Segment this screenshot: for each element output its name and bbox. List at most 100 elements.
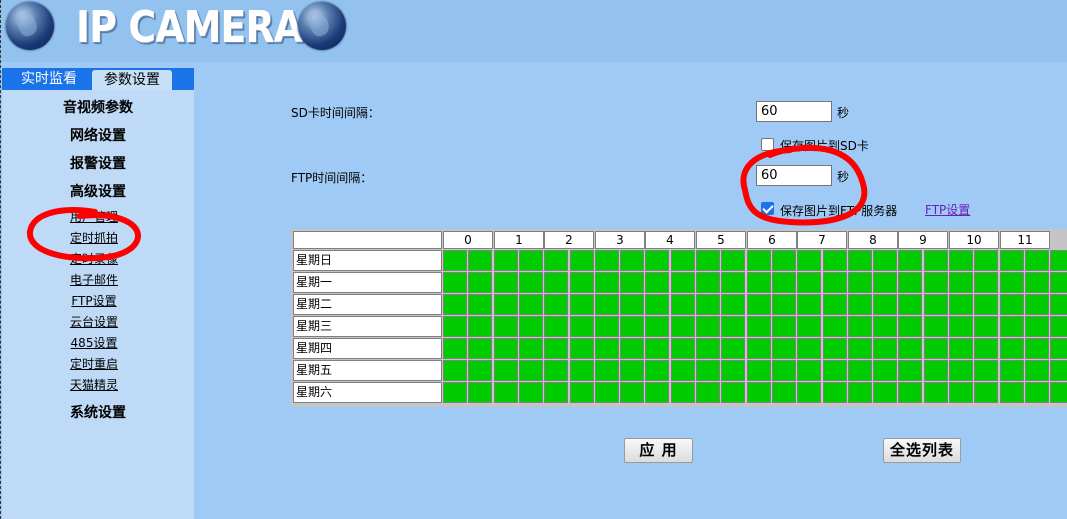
schedule-cell[interactable]: [671, 294, 695, 315]
schedule-cell[interactable]: [797, 338, 821, 359]
schedule-cell[interactable]: [1000, 382, 1024, 403]
schedule-cell[interactable]: [873, 272, 897, 293]
schedule-cell[interactable]: [873, 316, 897, 337]
schedule-cell[interactable]: [924, 272, 948, 293]
schedule-cell[interactable]: [544, 360, 568, 381]
schedule-cell[interactable]: [443, 294, 467, 315]
schedule-cell[interactable]: [1050, 338, 1067, 359]
schedule-cell[interactable]: [1050, 272, 1067, 293]
save-to-sd-checkbox[interactable]: [761, 138, 774, 151]
schedule-cell[interactable]: [696, 294, 720, 315]
sidebar-item-scheduled-snapshot[interactable]: 定时抓拍: [2, 230, 186, 246]
schedule-cell[interactable]: [570, 360, 594, 381]
schedule-cell[interactable]: [747, 316, 771, 337]
schedule-cell[interactable]: [873, 338, 897, 359]
schedule-cell[interactable]: [696, 360, 720, 381]
schedule-cell[interactable]: [1025, 294, 1049, 315]
schedule-cell[interactable]: [620, 316, 644, 337]
save-to-ftp-checkbox[interactable]: [761, 202, 774, 215]
schedule-cell[interactable]: [974, 272, 998, 293]
schedule-cell[interactable]: [747, 294, 771, 315]
schedule-cell[interactable]: [848, 294, 872, 315]
schedule-cell[interactable]: [620, 294, 644, 315]
schedule-cell[interactable]: [544, 316, 568, 337]
schedule-cell[interactable]: [570, 316, 594, 337]
schedule-cell[interactable]: [1000, 272, 1024, 293]
schedule-cell[interactable]: [494, 382, 518, 403]
sidebar-cat-advanced[interactable]: 高级设置: [2, 182, 194, 202]
schedule-cell[interactable]: [620, 250, 644, 271]
schedule-cell[interactable]: [772, 250, 796, 271]
schedule-cell[interactable]: [494, 316, 518, 337]
sidebar-item-user-management[interactable]: 用户管理: [2, 209, 186, 225]
schedule-cell[interactable]: [443, 360, 467, 381]
schedule-cell[interactable]: [570, 338, 594, 359]
schedule-cell[interactable]: [898, 272, 922, 293]
schedule-cell[interactable]: [519, 250, 543, 271]
schedule-cell[interactable]: [949, 272, 973, 293]
schedule-cell[interactable]: [848, 272, 872, 293]
schedule-cell[interactable]: [671, 382, 695, 403]
schedule-cell[interactable]: [873, 294, 897, 315]
schedule-cell[interactable]: [595, 294, 619, 315]
schedule-cell[interactable]: [898, 360, 922, 381]
schedule-cell[interactable]: [468, 250, 492, 271]
schedule-cell[interactable]: [696, 338, 720, 359]
schedule-cell[interactable]: [823, 250, 847, 271]
sidebar-item-scheduled-recording[interactable]: 定时录像: [2, 251, 186, 267]
schedule-cell[interactable]: [772, 316, 796, 337]
schedule-cell[interactable]: [468, 294, 492, 315]
schedule-cell[interactable]: [1025, 316, 1049, 337]
schedule-cell[interactable]: [544, 272, 568, 293]
schedule-cell[interactable]: [671, 316, 695, 337]
schedule-cell[interactable]: [645, 294, 669, 315]
schedule-cell[interactable]: [721, 272, 745, 293]
schedule-cell[interactable]: [721, 338, 745, 359]
schedule-cell[interactable]: [873, 382, 897, 403]
schedule-cell[interactable]: [823, 338, 847, 359]
schedule-cell[interactable]: [949, 294, 973, 315]
sidebar-cat-alarm[interactable]: 报警设置: [2, 154, 194, 174]
schedule-cell[interactable]: [443, 382, 467, 403]
schedule-cell[interactable]: [468, 272, 492, 293]
schedule-cell[interactable]: [443, 250, 467, 271]
schedule-cell[interactable]: [721, 316, 745, 337]
schedule-cell[interactable]: [772, 338, 796, 359]
sidebar-item-scheduled-reboot[interactable]: 定时重启: [2, 356, 186, 372]
schedule-cell[interactable]: [823, 272, 847, 293]
schedule-cell[interactable]: [1050, 316, 1067, 337]
schedule-cell[interactable]: [823, 316, 847, 337]
schedule-cell[interactable]: [898, 294, 922, 315]
schedule-cell[interactable]: [747, 272, 771, 293]
schedule-cell[interactable]: [747, 250, 771, 271]
schedule-cell[interactable]: [671, 338, 695, 359]
schedule-cell[interactable]: [848, 360, 872, 381]
apply-button[interactable]: 应 用: [624, 438, 693, 463]
schedule-cell[interactable]: [721, 382, 745, 403]
schedule-cell[interactable]: [797, 294, 821, 315]
schedule-cell[interactable]: [772, 294, 796, 315]
schedule-cell[interactable]: [873, 250, 897, 271]
schedule-cell[interactable]: [747, 360, 771, 381]
schedule-cell[interactable]: [974, 316, 998, 337]
schedule-cell[interactable]: [468, 316, 492, 337]
schedule-cell[interactable]: [494, 360, 518, 381]
schedule-cell[interactable]: [620, 382, 644, 403]
schedule-cell[interactable]: [898, 382, 922, 403]
schedule-cell[interactable]: [949, 382, 973, 403]
schedule-cell[interactable]: [721, 294, 745, 315]
schedule-cell[interactable]: [721, 360, 745, 381]
schedule-cell[interactable]: [494, 294, 518, 315]
schedule-cell[interactable]: [898, 250, 922, 271]
schedule-cell[interactable]: [949, 360, 973, 381]
schedule-cell[interactable]: [671, 272, 695, 293]
schedule-cell[interactable]: [898, 316, 922, 337]
sidebar-cat-av-params[interactable]: 音视频参数: [2, 98, 194, 118]
schedule-cell[interactable]: [595, 382, 619, 403]
schedule-cell[interactable]: [468, 338, 492, 359]
sidebar-item-email[interactable]: 电子邮件: [2, 272, 186, 288]
schedule-cell[interactable]: [747, 338, 771, 359]
schedule-cell[interactable]: [1025, 272, 1049, 293]
schedule-cell[interactable]: [544, 382, 568, 403]
schedule-cell[interactable]: [620, 338, 644, 359]
